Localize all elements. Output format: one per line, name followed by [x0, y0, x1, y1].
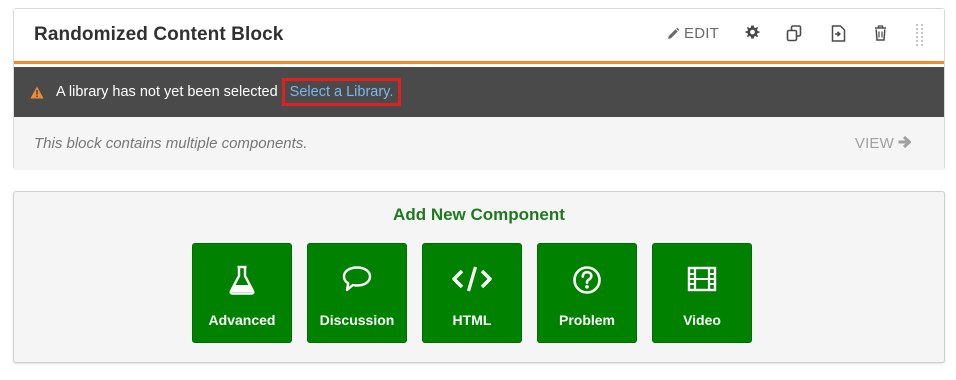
problem-label: Problem	[558, 312, 615, 328]
add-html-button[interactable]: HTML	[422, 243, 522, 343]
edit-label: EDIT	[684, 25, 719, 42]
delete-button[interactable]	[874, 25, 887, 41]
speech-bubble-icon	[308, 265, 406, 293]
video-label: Video	[683, 312, 721, 328]
add-discussion-button[interactable]: Discussion	[307, 243, 407, 343]
question-circle-icon	[538, 265, 636, 295]
pencil-icon	[666, 27, 684, 41]
add-problem-button[interactable]: Problem	[537, 243, 637, 343]
view-label: VIEW	[854, 135, 894, 152]
add-component-title: Add New Component	[393, 205, 565, 224]
description-text: This block contains multiple components.	[34, 135, 308, 152]
warning-triangle-icon	[30, 86, 44, 99]
add-new-component-panel: Add New Component Advanced Discussion HT…	[13, 191, 945, 363]
drag-handle-icon[interactable]	[916, 24, 924, 46]
duplicate-button[interactable]	[786, 25, 803, 42]
duplicate-icon	[786, 25, 803, 42]
trash-icon	[874, 25, 887, 41]
move-icon	[831, 25, 846, 42]
randomized-content-block: Randomized Content Block EDIT A library …	[13, 8, 945, 170]
gear-icon	[745, 25, 760, 40]
warning-message: A library has not yet been selected	[56, 84, 278, 100]
add-advanced-button[interactable]: Advanced	[192, 243, 292, 343]
library-warning-bar: A library has not yet been selected Sele…	[14, 67, 944, 117]
code-icon	[423, 265, 521, 293]
block-description: This block contains multiple components.…	[14, 117, 944, 170]
move-button[interactable]	[831, 25, 846, 42]
add-video-button[interactable]: Video	[652, 243, 752, 343]
arrow-right-icon	[894, 135, 912, 152]
html-label: HTML	[452, 312, 492, 328]
settings-button[interactable]	[745, 25, 760, 40]
advanced-label: Advanced	[208, 312, 276, 328]
edit-button[interactable]: EDIT	[666, 25, 719, 42]
film-icon	[653, 265, 751, 293]
block-header: Randomized Content Block EDIT	[14, 9, 944, 64]
flask-icon	[193, 265, 291, 295]
discussion-label: Discussion	[319, 312, 395, 328]
select-library-link[interactable]: Select a Library.	[281, 78, 402, 106]
view-button[interactable]: VIEW	[854, 135, 912, 152]
block-title: Randomized Content Block	[34, 24, 284, 45]
